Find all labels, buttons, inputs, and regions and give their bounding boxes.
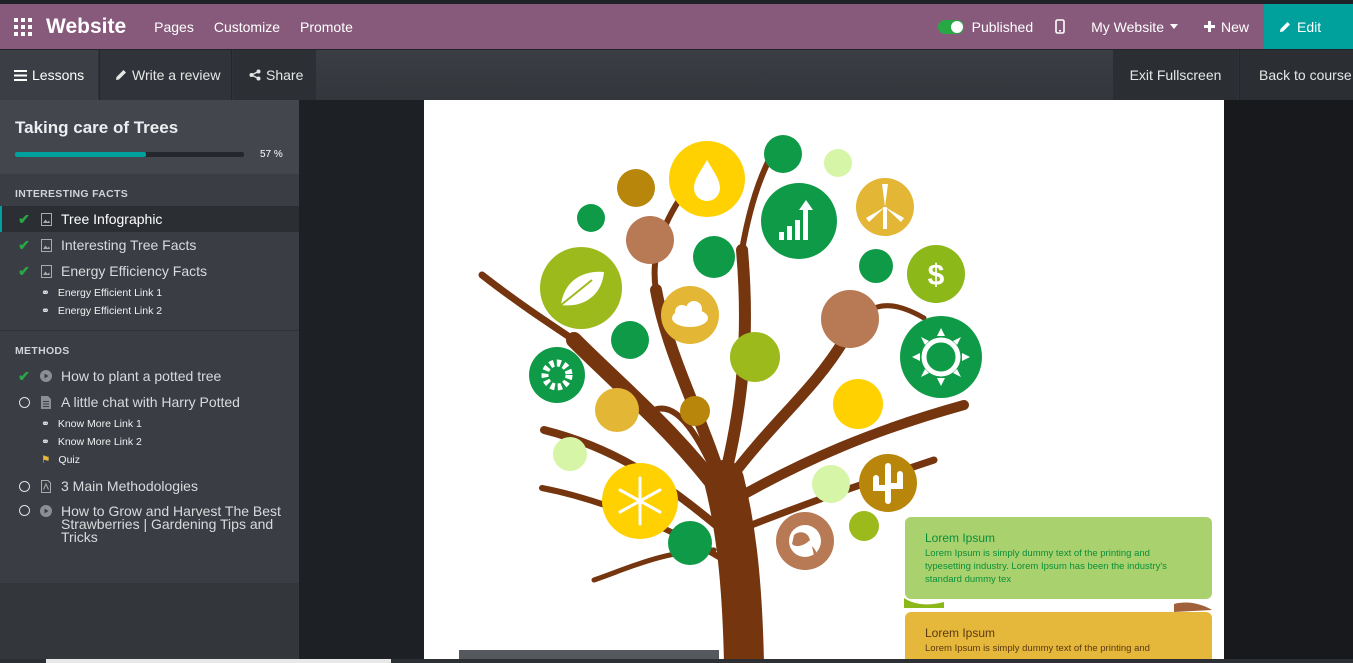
top-navbar: Website Pages Customize Promote Publishe… bbox=[0, 4, 1353, 49]
write-review-button[interactable]: Write a review bbox=[99, 50, 232, 100]
lesson-item[interactable]: How to Grow and Harvest The Best Strawbe… bbox=[0, 499, 299, 550]
back-to-course-button[interactable]: Back to course bbox=[1239, 50, 1353, 100]
lesson-label: How to plant a potted tree bbox=[61, 368, 222, 384]
info-card-title: Lorem Ipsum bbox=[925, 531, 996, 545]
menu-customize[interactable]: Customize bbox=[214, 19, 280, 35]
resource-link[interactable]: ⚭ Energy Efficient Link 2 bbox=[0, 302, 299, 320]
pdf-file-icon bbox=[40, 479, 52, 493]
lesson-item[interactable]: ✔ Energy Efficiency Facts bbox=[0, 258, 299, 284]
link-icon: ⚭ bbox=[41, 305, 50, 317]
check-icon: ✔ bbox=[18, 236, 30, 253]
lesson-label: Interesting Tree Facts bbox=[61, 237, 197, 253]
apps-grid-icon[interactable] bbox=[0, 4, 46, 49]
mobile-preview-icon[interactable] bbox=[1055, 19, 1065, 34]
resource-link-label: Know More Link 2 bbox=[57, 436, 142, 448]
course-progress: 57 % bbox=[15, 149, 284, 160]
lesson-item[interactable]: A little chat with Harry Potted bbox=[0, 389, 299, 415]
bars-icon bbox=[14, 69, 27, 81]
lesson-item[interactable]: ✔ How to plant a potted tree bbox=[0, 363, 299, 389]
quiz-link[interactable]: ⚑ Quiz bbox=[0, 451, 299, 469]
course-header: Taking care of Trees 57 % bbox=[0, 100, 299, 174]
website-switcher[interactable]: My Website bbox=[1091, 19, 1178, 35]
write-review-label: Write a review bbox=[132, 67, 221, 83]
progress-bar bbox=[15, 152, 244, 157]
plus-icon bbox=[1203, 21, 1215, 32]
check-icon: ✔ bbox=[18, 262, 30, 279]
toolbar-spacer bbox=[316, 50, 1113, 100]
share-icon bbox=[249, 69, 261, 81]
section-interesting-facts: INTERESTING FACTS ✔ Tree Infographic ✔ I… bbox=[0, 174, 299, 331]
infographic-slide: $ Lorem Ipsum Lorem Ipsum is simply dumm… bbox=[424, 100, 1224, 663]
bottom-scrollbar[interactable] bbox=[0, 659, 1353, 663]
website-switcher-label: My Website bbox=[1091, 18, 1164, 35]
pencil-icon bbox=[1280, 21, 1290, 32]
share-label: Share bbox=[266, 67, 304, 83]
lesson-label: A little chat with Harry Potted bbox=[61, 394, 240, 410]
section-methods: METHODS ✔ How to plant a potted tree A l… bbox=[0, 331, 299, 550]
resource-link-label: Energy Efficient Link 1 bbox=[57, 287, 163, 299]
lessons-sidebar: Taking care of Trees 57 % INTERESTING FA… bbox=[0, 100, 299, 663]
content-margin bbox=[1224, 100, 1353, 663]
sidebar-footer bbox=[0, 583, 299, 663]
resource-link[interactable]: ⚭ Know More Link 1 bbox=[0, 415, 299, 433]
video-play-icon bbox=[40, 505, 52, 517]
edit-button[interactable]: Edit bbox=[1264, 4, 1353, 49]
info-card: Lorem Ipsum Lorem Ipsum is simply dummy … bbox=[905, 612, 1212, 663]
scrollbar-thumb[interactable] bbox=[46, 659, 391, 663]
quiz-label: Quiz bbox=[58, 454, 81, 466]
exit-fullscreen-button[interactable]: Exit Fullscreen bbox=[1113, 50, 1238, 100]
lesson-item[interactable]: ✔ Tree Infographic bbox=[0, 206, 299, 232]
section-title: INTERESTING FACTS bbox=[15, 188, 129, 200]
lesson-label: Tree Infographic bbox=[61, 211, 163, 227]
brand-title[interactable]: Website bbox=[46, 15, 126, 39]
pencil-icon bbox=[116, 70, 126, 80]
course-title: Taking care of Trees bbox=[15, 118, 179, 137]
resource-link[interactable]: ⚭ Energy Efficient Link 1 bbox=[0, 284, 299, 302]
circle-icon bbox=[17, 396, 31, 408]
lesson-item[interactable]: 3 Main Methodologies bbox=[0, 473, 299, 499]
info-card-text: Lorem Ipsum is simply dummy text of the … bbox=[925, 643, 1150, 654]
video-play-icon bbox=[40, 370, 52, 382]
progress-bar-fill bbox=[15, 152, 146, 157]
circle-icon bbox=[17, 480, 31, 492]
image-file-icon bbox=[40, 238, 52, 252]
resource-link-label: Know More Link 1 bbox=[57, 418, 142, 430]
image-file-icon bbox=[40, 264, 52, 278]
resource-link-label: Energy Efficient Link 2 bbox=[57, 305, 163, 317]
tab-lessons[interactable]: Lessons bbox=[0, 50, 98, 100]
info-card: Lorem Ipsum Lorem Ipsum is simply dummy … bbox=[905, 517, 1212, 599]
check-icon: ✔ bbox=[18, 367, 30, 384]
circle-icon bbox=[17, 505, 31, 516]
info-card-title: Lorem Ipsum bbox=[925, 626, 996, 640]
chevron-down-icon bbox=[1169, 24, 1178, 29]
lesson-item[interactable]: ✔ Interesting Tree Facts bbox=[0, 232, 299, 258]
link-icon: ⚭ bbox=[41, 418, 50, 430]
new-button-label: New bbox=[1220, 18, 1249, 35]
lesson-label: How to Grow and Harvest The Best Strawbe… bbox=[61, 503, 281, 545]
published-toggle[interactable] bbox=[937, 19, 964, 34]
link-icon: ⚭ bbox=[41, 436, 50, 448]
document-icon bbox=[40, 395, 52, 409]
tab-lessons-label: Lessons bbox=[32, 67, 85, 83]
menu-promote[interactable]: Promote bbox=[300, 19, 353, 35]
menu-pages[interactable]: Pages bbox=[154, 19, 194, 35]
lesson-label: 3 Main Methodologies bbox=[61, 478, 198, 494]
link-icon: ⚭ bbox=[41, 287, 50, 299]
check-icon: ✔ bbox=[18, 210, 30, 227]
flag-icon: ⚑ bbox=[41, 454, 51, 466]
edit-button-label: Edit bbox=[1297, 18, 1322, 35]
info-card-text: Lorem Ipsum is simply dummy text of the … bbox=[925, 548, 1167, 585]
lesson-label: Energy Efficiency Facts bbox=[61, 263, 208, 279]
progress-label: 57 % bbox=[260, 149, 283, 160]
section-title: METHODS bbox=[15, 345, 70, 357]
share-button[interactable]: Share bbox=[233, 50, 316, 100]
resource-link[interactable]: ⚭ Know More Link 2 bbox=[0, 433, 299, 451]
course-toolbar: Lessons Write a review Share Exit Fullsc… bbox=[0, 50, 1353, 100]
published-label[interactable]: Published bbox=[972, 19, 1034, 35]
new-button[interactable]: New bbox=[1203, 18, 1249, 35]
image-file-icon bbox=[40, 212, 52, 226]
svg-text:$: $ bbox=[928, 259, 945, 292]
